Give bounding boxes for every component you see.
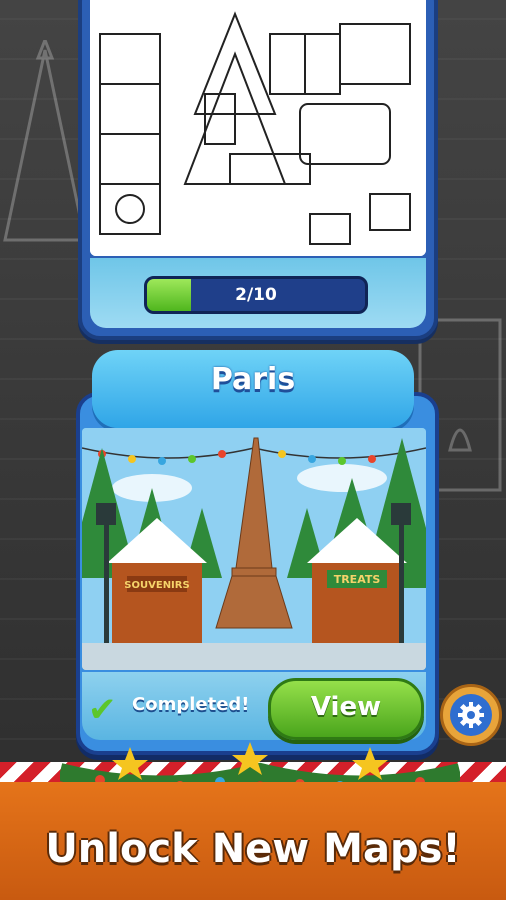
coloring-page-image <box>90 0 426 256</box>
living-room-line-art <box>90 0 426 256</box>
paris-title-banner: Paris <box>92 350 414 428</box>
view-button[interactable]: View <box>268 678 424 740</box>
background-tree-art <box>3 40 87 242</box>
map-title: Paris <box>210 362 296 397</box>
progress-text: 2/10 <box>235 285 277 305</box>
paris-map-image[interactable]: SOUVENIRS TREATS <box>82 428 426 670</box>
previous-map-card[interactable]: 2/10 <box>78 0 438 340</box>
gear-icon <box>450 694 492 736</box>
check-icon: ✔ <box>88 690 117 730</box>
settings-button[interactable] <box>440 684 502 746</box>
unlock-new-maps-caption: Unlock New Maps! <box>45 826 461 872</box>
treats-sign: TREATS <box>334 573 381 586</box>
paris-christmas-market-art: SOUVENIRS TREATS <box>82 428 426 670</box>
souvenirs-sign: SOUVENIRS <box>124 580 189 591</box>
progress-bar: 2/10 <box>144 276 368 314</box>
completed-label: Completed! <box>132 694 250 715</box>
